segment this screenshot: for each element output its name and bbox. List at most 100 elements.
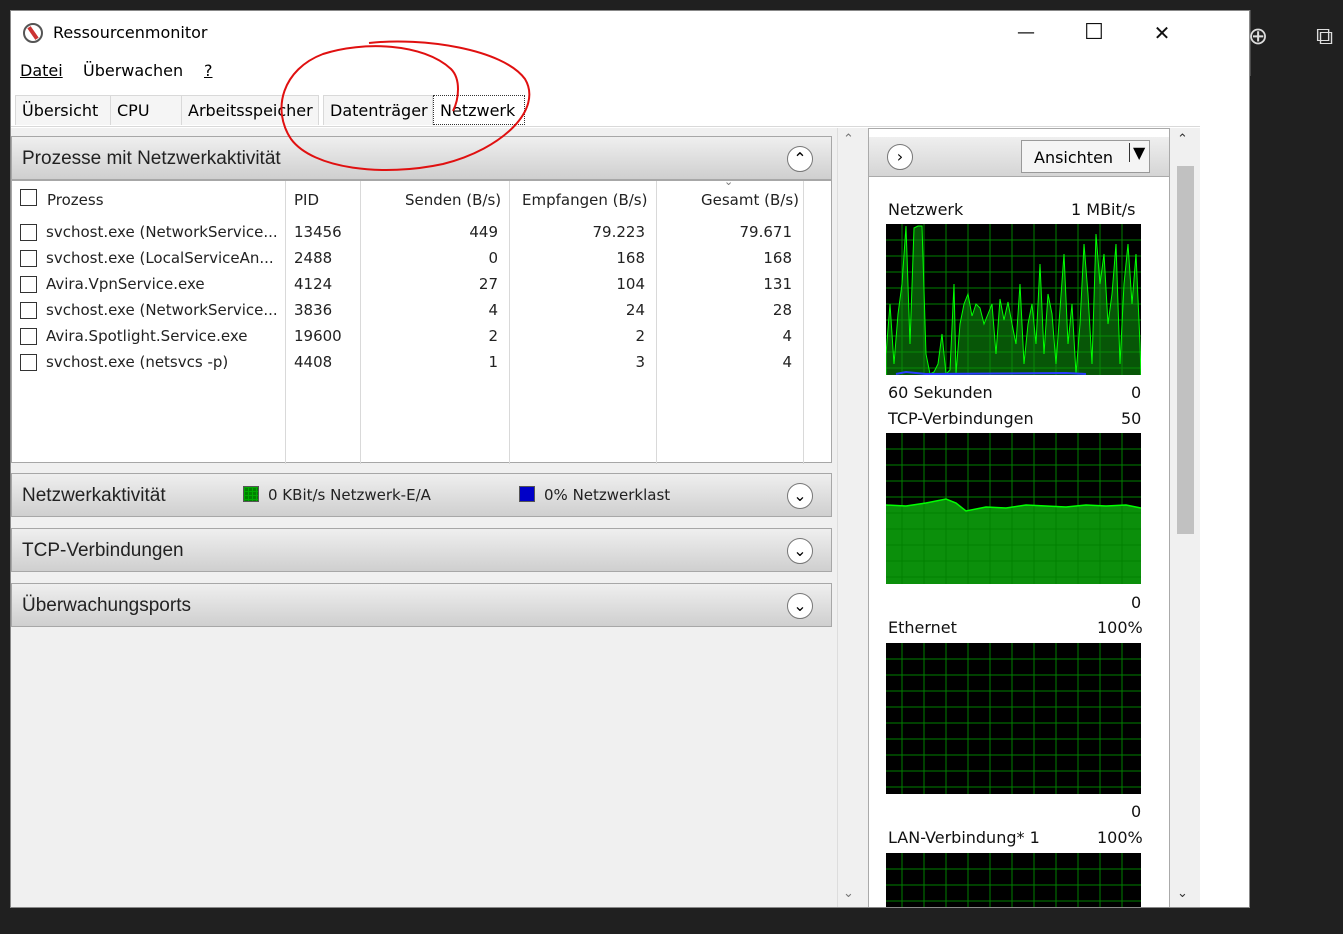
tab-cpu[interactable]: CPU <box>110 95 182 125</box>
graphs-pane: › Ansichten ▼ Netzwerk 1 MBit/s 60 Sekun… <box>868 128 1170 907</box>
collapse-graphs-button[interactable]: › <box>887 144 913 170</box>
left-pane-scrollbar[interactable]: ⌃ ⌄ <box>837 128 861 907</box>
column-receive[interactable]: Empfangen (B/s) <box>522 191 647 209</box>
process-receive: 168 <box>616 249 645 267</box>
views-dropdown[interactable]: Ansichten ▼ <box>1021 140 1150 173</box>
column-process[interactable]: Prozess <box>47 191 104 209</box>
resource-monitor-window: Ressourcenmonitor — ☐ ✕ Datei Überwachen… <box>10 10 1250 908</box>
process-send: 4 <box>488 301 498 319</box>
scrollbar-thumb[interactable] <box>1177 166 1194 534</box>
process-pid: 4124 <box>294 275 333 293</box>
network-activity-header[interactable]: Netzwerkaktivität 0 KBit/s Netzwerk-E/A … <box>11 473 832 517</box>
column-separator <box>656 181 657 464</box>
lan-graph <box>886 853 1141 907</box>
process-receive: 3 <box>635 353 645 371</box>
listening-ports-title: Überwachungsports <box>22 595 191 616</box>
scroll-up-icon[interactable]: ⌃ <box>843 132 854 147</box>
menu-file[interactable]: Datei <box>20 61 63 80</box>
network-graph-label: Netzwerk <box>888 200 964 219</box>
column-send[interactable]: Senden (B/s) <box>405 191 501 209</box>
row-checkbox[interactable] <box>20 250 37 267</box>
process-pid: 2488 <box>294 249 333 267</box>
process-receive: 24 <box>625 301 645 319</box>
process-receive: 2 <box>635 327 645 345</box>
window-title: Ressourcenmonitor <box>53 23 208 42</box>
dropdown-arrow-icon: ▼ <box>1129 143 1145 162</box>
process-name: svchost.exe (NetworkService... <box>46 301 278 319</box>
row-checkbox[interactable] <box>20 224 37 241</box>
expand-tcp-button[interactable]: ⌄ <box>787 538 813 564</box>
lan-graph-max: 100% <box>1097 828 1143 847</box>
tcp-connections-header[interactable]: TCP-Verbindungen ⌄ <box>11 528 832 572</box>
network-activity-title: Netzwerkaktivität <box>22 485 166 506</box>
process-pid: 4408 <box>294 353 333 371</box>
menu-help[interactable]: ? <box>204 61 213 80</box>
process-pid: 19600 <box>294 327 342 345</box>
network-graph <box>886 224 1141 375</box>
column-separator <box>285 181 286 464</box>
process-total: 79.671 <box>739 223 793 241</box>
tcp-graph-max: 50 <box>1121 409 1142 428</box>
column-pid[interactable]: PID <box>294 191 319 209</box>
row-checkbox[interactable] <box>20 354 37 371</box>
processes-table: Prozess PID Senden (B/s) Empfangen (B/s)… <box>11 175 832 464</box>
process-send: 2 <box>488 327 498 345</box>
network-load-label: 0% Netzwerklast <box>544 486 671 504</box>
process-name: Avira.VpnService.exe <box>46 275 205 293</box>
expand-network-activity-button[interactable]: ⌄ <box>787 483 813 509</box>
graphs-scrollbar[interactable]: ⌃ ⌄ <box>1172 128 1200 907</box>
zoom-in-icon[interactable]: ⊕ <box>1248 22 1268 50</box>
menu-monitor[interactable]: Überwachen <box>83 61 183 80</box>
processes-title: Prozesse mit Netzwerkaktivität <box>22 148 281 169</box>
tcp-graph-min: 0 <box>1131 593 1142 612</box>
close-button[interactable]: ✕ <box>1139 17 1185 49</box>
expand-ports-button[interactable]: ⌄ <box>787 593 813 619</box>
minimize-button[interactable]: — <box>1003 17 1049 49</box>
network-graph-time: 60 Sekunden <box>888 383 993 402</box>
process-pid: 13456 <box>294 223 342 241</box>
network-graph-svg <box>886 224 1141 375</box>
lan-graph-svg <box>886 853 1141 907</box>
scroll-up-icon[interactable]: ⌃ <box>1177 132 1188 147</box>
lan-graph-label: LAN-Verbindung* 1 <box>888 828 1040 847</box>
process-total: 4 <box>782 353 792 371</box>
process-receive: 104 <box>616 275 645 293</box>
network-io-legend <box>243 486 259 502</box>
column-separator <box>360 181 361 464</box>
column-separator <box>509 181 510 464</box>
scroll-down-icon[interactable]: ⌄ <box>1177 886 1188 901</box>
tcp-graph <box>886 433 1141 584</box>
column-total[interactable]: Gesamt (B/s) <box>701 191 799 209</box>
tcp-graph-label: TCP-Verbindungen <box>888 409 1034 428</box>
resource-monitor-icon <box>23 23 43 43</box>
row-checkbox[interactable] <box>20 328 37 345</box>
process-name: svchost.exe (netsvcs -p) <box>46 353 229 371</box>
ethernet-graph-max: 100% <box>1097 618 1143 637</box>
select-all-checkbox[interactable] <box>20 189 37 206</box>
tcp-connections-title: TCP-Verbindungen <box>22 540 184 561</box>
row-checkbox[interactable] <box>20 302 37 319</box>
process-total: 28 <box>772 301 792 319</box>
process-name: Avira.Spotlight.Service.exe <box>46 327 248 345</box>
ethernet-graph-label: Ethernet <box>888 618 957 637</box>
process-send: 27 <box>478 275 498 293</box>
tab-overview[interactable]: Übersicht <box>15 95 111 125</box>
listening-ports-header[interactable]: Überwachungsports ⌄ <box>11 583 832 627</box>
scroll-down-icon[interactable]: ⌄ <box>843 886 854 901</box>
red-annotation-circle <box>280 40 531 171</box>
process-total: 168 <box>763 249 792 267</box>
process-name: svchost.exe (NetworkService... <box>46 223 278 241</box>
process-receive: 79.223 <box>592 223 646 241</box>
views-label: Ansichten <box>1034 148 1114 167</box>
process-send: 0 <box>488 249 498 267</box>
open-external-icon[interactable]: ⧉ <box>1316 22 1333 50</box>
row-checkbox[interactable] <box>20 276 37 293</box>
title-bar: Ressourcenmonitor — ☐ ✕ <box>11 11 1200 55</box>
maximize-button[interactable]: ☐ <box>1071 17 1117 49</box>
ethernet-graph-min: 0 <box>1131 802 1142 821</box>
ethernet-graph <box>886 643 1141 794</box>
tcp-graph-svg <box>886 433 1141 584</box>
ethernet-graph-svg <box>886 643 1141 794</box>
process-total: 131 <box>763 275 792 293</box>
collapse-processes-button[interactable]: ⌃ <box>787 146 813 172</box>
